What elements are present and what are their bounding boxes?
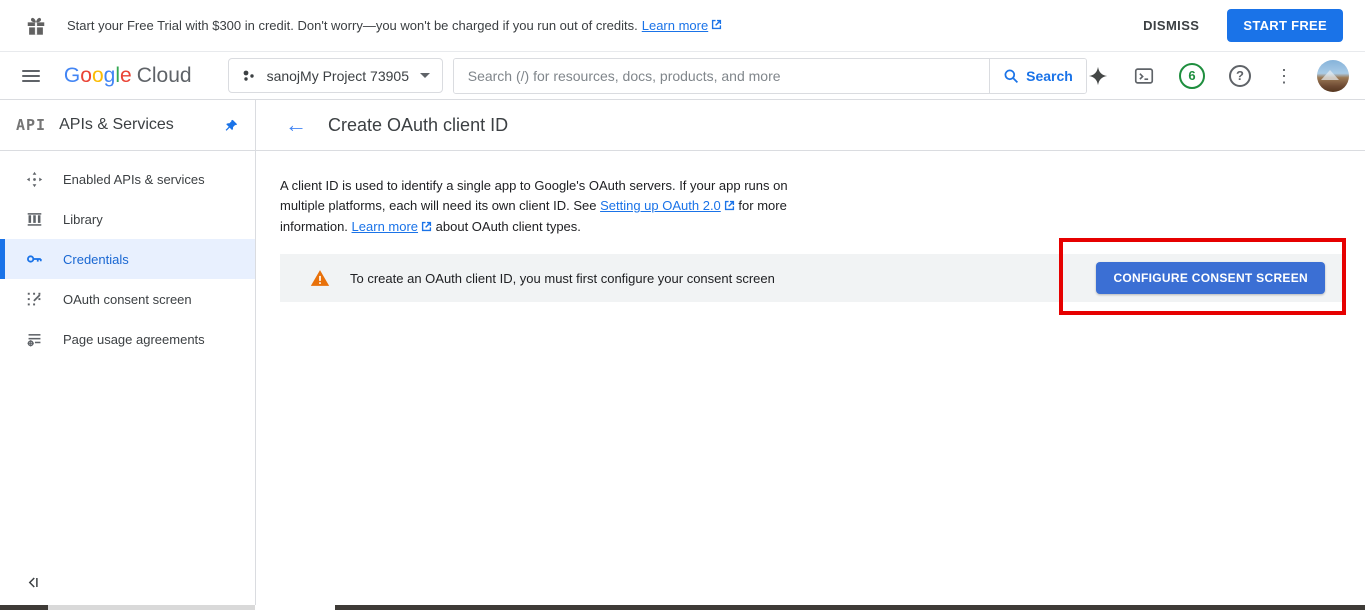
external-link-icon bbox=[711, 18, 722, 33]
scrollbar-gap bbox=[255, 605, 335, 610]
cloud-shell-icon[interactable] bbox=[1133, 65, 1155, 87]
sidebar-item-enabled-apis[interactable]: Enabled APIs & services bbox=[0, 159, 255, 199]
collapse-sidebar-button[interactable] bbox=[24, 573, 43, 595]
configure-consent-screen-button[interactable]: CONFIGURE CONSENT SCREEN bbox=[1096, 262, 1325, 294]
back-arrow-icon[interactable]: ← bbox=[285, 114, 307, 136]
trial-message: Start your Free Trial with $300 in credi… bbox=[67, 18, 638, 33]
consent-warning-banner: To create an OAuth client ID, you must f… bbox=[280, 254, 1345, 302]
agreements-icon bbox=[25, 330, 43, 348]
gift-icon bbox=[25, 15, 47, 37]
help-icon[interactable]: ? bbox=[1229, 65, 1251, 87]
dashboard-icon bbox=[25, 170, 43, 188]
sidebar-item-library[interactable]: Library bbox=[0, 199, 255, 239]
warning-icon bbox=[310, 269, 330, 287]
app-header: G o o g l e Cloud sanojMy Project 73905 … bbox=[0, 52, 1365, 100]
horizontal-scrollbar bbox=[0, 605, 1365, 610]
trial-learn-more-link[interactable]: Learn more bbox=[642, 18, 722, 33]
hamburger-menu-icon[interactable] bbox=[22, 70, 40, 82]
sidebar-title: APIs & Services bbox=[59, 116, 224, 134]
scrollbar-track bbox=[48, 605, 255, 610]
scrollbar-thumb-left[interactable] bbox=[0, 605, 48, 610]
sidebar: API APIs & Services Enabled APIs & servi… bbox=[0, 100, 256, 609]
key-icon bbox=[25, 250, 43, 268]
external-link-icon bbox=[421, 218, 432, 238]
project-selector[interactable]: sanojMy Project 73905 bbox=[228, 58, 443, 93]
sidebar-header: API APIs & Services bbox=[0, 100, 255, 151]
project-icon bbox=[241, 68, 257, 84]
consent-screen-icon bbox=[25, 290, 43, 308]
main-content: ← Create OAuth client ID A client ID is … bbox=[256, 100, 1365, 609]
pin-icon[interactable] bbox=[224, 118, 239, 133]
sidebar-item-credentials[interactable]: Credentials bbox=[0, 239, 255, 279]
dismiss-button[interactable]: DISMISS bbox=[1137, 10, 1205, 41]
warning-text: To create an OAuth client ID, you must f… bbox=[350, 271, 775, 286]
learn-more-link[interactable]: Learn more bbox=[352, 219, 432, 234]
avatar[interactable] bbox=[1317, 60, 1349, 92]
search-icon bbox=[1003, 68, 1019, 84]
gemini-sparkle-icon[interactable] bbox=[1087, 65, 1109, 87]
scrollbar-thumb-main[interactable] bbox=[335, 605, 1365, 610]
search-bar: Search bbox=[453, 58, 1087, 94]
chevron-down-icon bbox=[420, 73, 430, 78]
sidebar-item-page-usage-agreements[interactable]: Page usage agreements bbox=[0, 319, 255, 359]
overflow-menu-icon[interactable]: ⋮ bbox=[1275, 67, 1293, 85]
page-title: Create OAuth client ID bbox=[328, 115, 508, 136]
search-input[interactable] bbox=[454, 59, 989, 93]
setting-up-oauth-link[interactable]: Setting up OAuth 2.0 bbox=[600, 198, 735, 213]
external-link-icon bbox=[724, 197, 735, 217]
start-free-button[interactable]: START FREE bbox=[1227, 9, 1343, 42]
sidebar-item-oauth-consent[interactable]: OAuth consent screen bbox=[0, 279, 255, 319]
search-button[interactable]: Search bbox=[989, 59, 1086, 93]
api-product-icon: API bbox=[16, 116, 46, 134]
notifications-count-badge[interactable]: 6 bbox=[1179, 63, 1205, 89]
page-header: ← Create OAuth client ID bbox=[256, 100, 1365, 151]
free-trial-banner: Start your Free Trial with $300 in credi… bbox=[0, 0, 1365, 52]
google-cloud-logo[interactable]: G o o g l e Cloud bbox=[64, 64, 192, 88]
library-icon bbox=[25, 210, 43, 228]
project-name: sanojMy Project 73905 bbox=[267, 68, 409, 84]
client-id-description: A client ID is used to identify a single… bbox=[280, 176, 800, 238]
sidebar-nav: Enabled APIs & services Library bbox=[0, 151, 255, 359]
